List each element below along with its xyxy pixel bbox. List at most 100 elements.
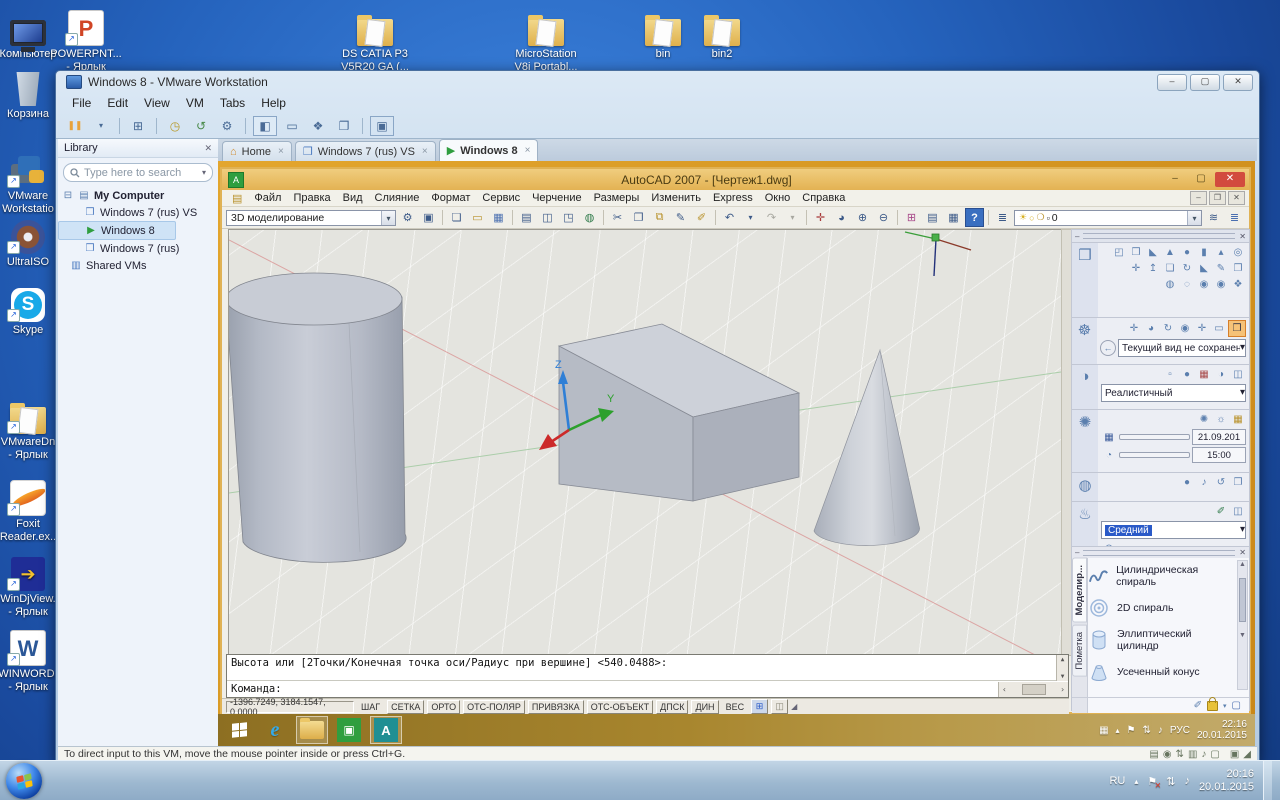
- toggle-lwt[interactable]: ВЕС: [722, 700, 749, 714]
- palette-item-truncated-cone[interactable]: Усеченный конус: [1088, 656, 1236, 688]
- unity-icon[interactable]: ❐: [333, 117, 355, 135]
- cone-tool-icon[interactable]: ▲: [1162, 245, 1178, 260]
- palette-lock-icon[interactable]: [1207, 701, 1218, 711]
- win8-start-button[interactable]: [224, 717, 254, 743]
- slice-icon[interactable]: ✎: [1213, 261, 1229, 276]
- acad-maximize-button[interactable]: ▢: [1189, 172, 1213, 187]
- toggle-polar[interactable]: ОТС-ПОЛЯР: [463, 700, 525, 714]
- tree-item-my-computer[interactable]: ⊟ ▤ My Computer: [58, 187, 218, 204]
- tree-item-win7[interactable]: ❒ Windows 7 (rus): [58, 240, 218, 257]
- workspace-combo[interactable]: 3D моделирование ▾: [226, 210, 396, 226]
- start-button[interactable]: [6, 763, 42, 799]
- undo-icon[interactable]: ↶: [720, 208, 739, 227]
- palette-spray-icon[interactable]: ✐: [1194, 700, 1202, 711]
- copy-icon[interactable]: ❐: [629, 208, 648, 227]
- wedge-tool-icon[interactable]: ◣: [1145, 245, 1161, 260]
- toggle-ortho[interactable]: ОРТО: [427, 700, 460, 714]
- zoom-3d-icon[interactable]: ◕: [1143, 321, 1159, 336]
- materials-browser-icon[interactable]: ●: [1179, 475, 1195, 490]
- matchprop-icon[interactable]: ✎: [671, 208, 690, 227]
- command-history[interactable]: Высота или [2Точки/Конечная точка оси/Ра…: [227, 655, 1056, 681]
- volume-icon[interactable]: ♪: [1158, 725, 1163, 736]
- palette-header[interactable]: – ✕: [1072, 547, 1249, 558]
- style-conceptual-icon[interactable]: ◑: [1213, 367, 1229, 382]
- mdi-minimize-icon[interactable]: –: [1190, 191, 1207, 205]
- motionpath-icon[interactable]: ▭: [1211, 321, 1227, 336]
- plot-preview-icon[interactable]: ◫: [538, 208, 557, 227]
- desktop-icon-ds-catia[interactable]: DS CATIA P3 V5R20 GA (...: [339, 4, 411, 74]
- volume-icon[interactable]: ♪: [1184, 775, 1190, 787]
- win8-store-button[interactable]: ▣: [334, 717, 364, 743]
- autocad-titlebar[interactable]: A AutoCAD 2007 - [Чертеж1.dwg] – ▢ ✕: [222, 169, 1249, 190]
- thumbnail-view-icon[interactable]: ▭: [281, 117, 303, 135]
- search-dropdown-icon[interactable]: ▾: [202, 168, 206, 177]
- win8-language[interactable]: РУС: [1170, 725, 1190, 736]
- view-back-icon[interactable]: ←: [1100, 340, 1116, 356]
- materials-apply-icon[interactable]: ♪: [1196, 475, 1212, 490]
- union-icon[interactable]: ◍: [1162, 277, 1178, 292]
- paste-icon[interactable]: ⧉: [650, 208, 669, 227]
- vmware-menu-edit[interactable]: Edit: [99, 94, 136, 112]
- menu-draw[interactable]: Черчение: [526, 191, 588, 205]
- display-icon[interactable]: ▢: [1210, 749, 1219, 760]
- vmware-titlebar[interactable]: Windows 8 - VMware Workstation – ▢ ✕: [56, 71, 1259, 93]
- pan-icon[interactable]: ✛: [811, 208, 830, 227]
- cut-icon[interactable]: ✂: [608, 208, 627, 227]
- library-close-icon[interactable]: ✕: [204, 143, 212, 154]
- revolve-icon[interactable]: ↻: [1179, 261, 1195, 276]
- acad-minimize-button[interactable]: –: [1163, 172, 1187, 187]
- orbit-icon[interactable]: ↻: [1160, 321, 1176, 336]
- snapshot-take-icon[interactable]: ◷: [164, 117, 186, 135]
- model-space-icon[interactable]: ⊞: [751, 699, 768, 714]
- cylinder-solid[interactable]: [229, 297, 406, 562]
- cylinder-tool-icon[interactable]: ▮: [1196, 245, 1212, 260]
- toggle-osnap[interactable]: ПРИВЯЗКА: [528, 700, 584, 714]
- mdi-restore-icon[interactable]: ❐: [1209, 191, 1226, 205]
- win8-ie-button[interactable]: e: [260, 717, 290, 743]
- save-icon[interactable]: ▦: [489, 208, 508, 227]
- walk-icon[interactable]: ✛: [1194, 321, 1210, 336]
- materials-edit-icon[interactable]: ❐: [1230, 475, 1246, 490]
- parallel-proj-icon[interactable]: ❒: [1228, 320, 1246, 337]
- show-desktop-button[interactable]: [1263, 761, 1272, 800]
- web-icon[interactable]: ◍: [580, 208, 599, 227]
- vmware-menu-file[interactable]: File: [64, 94, 99, 112]
- command-scrollbar[interactable]: ▲ ▼: [1056, 655, 1068, 681]
- library-search-input[interactable]: Type here to search ▾: [63, 163, 213, 182]
- toggle-grid[interactable]: СЕТКА: [387, 700, 424, 714]
- tab-home[interactable]: ⌂ Home ×: [222, 141, 292, 161]
- redo-icon[interactable]: ↷: [762, 208, 781, 227]
- designcenter-icon[interactable]: ▤: [923, 208, 942, 227]
- cone-solid[interactable]: [814, 350, 920, 546]
- printer-icon[interactable]: ▥: [1188, 749, 1197, 760]
- touch-keyboard-icon[interactable]: ▦: [1099, 725, 1108, 736]
- view-combo[interactable]: Текущий вид не сохранен ▾: [1118, 339, 1246, 357]
- sheetset-icon[interactable]: ▣: [419, 208, 438, 227]
- network-icon[interactable]: ⇅: [1143, 725, 1151, 736]
- tree-item-win8-selected[interactable]: ▶ Windows 8: [58, 221, 176, 240]
- palette-scrollbar[interactable]: ▲ ▼: [1237, 560, 1248, 690]
- tab-windows7-vs[interactable]: ❒ Windows 7 (rus) VS ×: [295, 141, 436, 161]
- menu-format[interactable]: Формат: [425, 191, 476, 205]
- toggle-dyn[interactable]: ДИН: [691, 700, 718, 714]
- pointlight-icon[interactable]: ✺: [1196, 412, 1212, 427]
- fullscreen-icon[interactable]: ❖: [307, 117, 329, 135]
- polysolid-icon[interactable]: ✛: [1128, 261, 1144, 276]
- light-list-icon[interactable]: ▦: [1230, 412, 1246, 427]
- torus-tool-icon[interactable]: ◎: [1230, 245, 1246, 260]
- cube-tool-icon[interactable]: ❒: [1128, 245, 1144, 260]
- show-console-icon[interactable]: ▣: [370, 116, 394, 136]
- palette-tab-modeling[interactable]: Моделир...: [1072, 558, 1087, 623]
- workspace-settings-icon[interactable]: ⚙: [398, 208, 417, 227]
- render-quality-combo[interactable]: Средний ▾: [1101, 521, 1246, 539]
- vm-screen-windows8[interactable]: A AutoCAD 2007 - [Чертеж1.dwg] – ▢ ✕ ▤ Ф…: [218, 161, 1255, 746]
- dashboard-header[interactable]: – ✕: [1072, 230, 1249, 243]
- menu-modify[interactable]: Изменить: [645, 191, 707, 205]
- menu-express[interactable]: Express: [707, 191, 759, 205]
- publish-icon[interactable]: ◳: [559, 208, 578, 227]
- menu-file[interactable]: Файл: [248, 191, 287, 205]
- snapshot-revert-icon[interactable]: ↺: [190, 117, 212, 135]
- vm-state-icon[interactable]: ▣: [1230, 749, 1239, 760]
- dashboard-close-icon[interactable]: ✕: [1239, 232, 1246, 241]
- convert-icon[interactable]: ❖: [1230, 277, 1246, 292]
